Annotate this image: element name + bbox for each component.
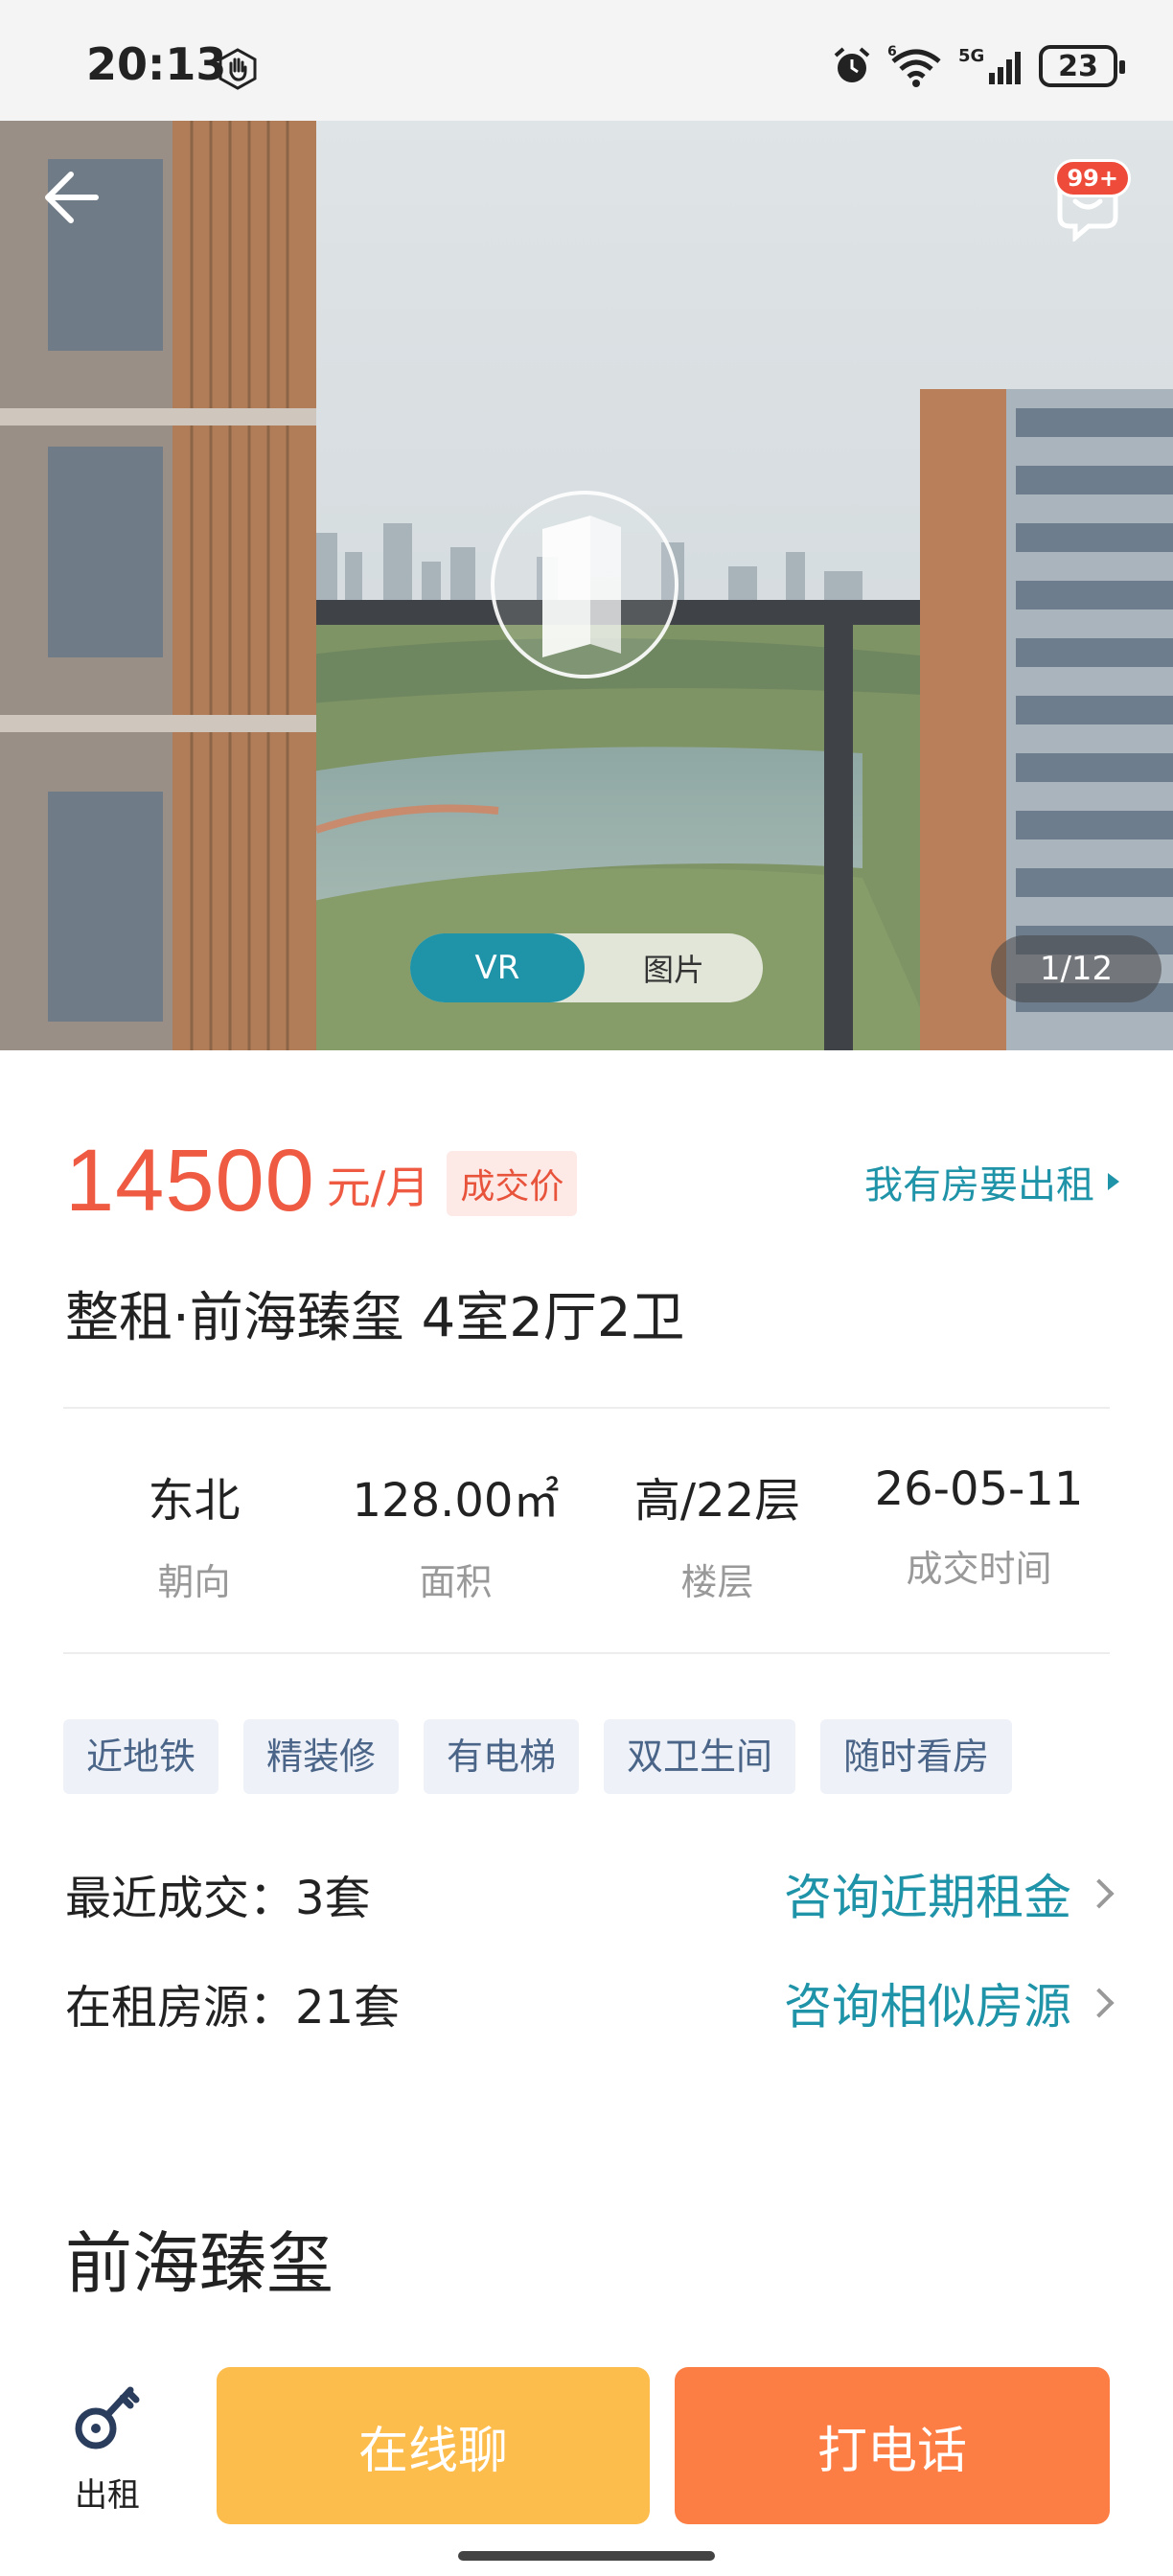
wifi-badge: 6 xyxy=(887,44,897,59)
stat-label: 成交时间 xyxy=(906,1548,1052,1590)
stat-value: 高/22层 xyxy=(633,1474,801,1528)
price-unit: 元/月 xyxy=(326,1161,430,1213)
chevron-right-icon xyxy=(1084,1878,1115,1909)
tag-elevator: 有电梯 xyxy=(424,1719,580,1794)
call-button[interactable]: 打电话 xyxy=(675,2367,1110,2524)
tag-near-subway: 近地铁 xyxy=(63,1719,219,1794)
status-time: 20:13 xyxy=(86,38,227,90)
vr-cube-icon xyxy=(542,516,621,657)
divider xyxy=(63,1407,1110,1409)
chevron-right-icon xyxy=(1084,1988,1115,2018)
community-name: 前海臻玺 xyxy=(65,2224,334,2303)
triangle-right-icon xyxy=(1108,1173,1119,1190)
stat-value: 128.00㎡ xyxy=(352,1474,560,1528)
listing-photo-viewer[interactable]: 99+ VR 图片 1/12 xyxy=(0,121,1173,1050)
consult-recent-rent-label: 咨询近期租金 xyxy=(784,1870,1071,1925)
tag-viewing-anytime: 随时看房 xyxy=(820,1719,1013,1794)
rent-out-link-label: 我有房要出租 xyxy=(864,1163,1094,1208)
divider xyxy=(63,1652,1110,1654)
stat-value: 东北 xyxy=(148,1474,241,1528)
stat-label: 面积 xyxy=(419,1561,493,1603)
stat-orientation: 东北 朝向 xyxy=(63,1462,325,1605)
stat-value: 26-05-11 xyxy=(874,1462,1084,1516)
feature-tags: 近地铁 精装修 有电梯 双卫生间 随时看房 xyxy=(63,1719,1013,1794)
home-indicator-area xyxy=(0,2528,1173,2576)
gesture-hand-icon xyxy=(218,48,257,90)
stat-area: 128.00㎡ 面积 xyxy=(325,1462,586,1605)
stat-label: 朝向 xyxy=(157,1561,231,1603)
stat-label: 楼层 xyxy=(680,1561,754,1603)
on-rent-row: 在租房源：21套 咨询相似房源 xyxy=(65,1968,1115,2037)
stat-floor: 高/22层 楼层 xyxy=(586,1462,848,1605)
tag-two-bathrooms: 双卫生间 xyxy=(604,1719,796,1794)
stat-deal-date: 26-05-11 成交时间 xyxy=(848,1462,1110,1605)
on-rent-label: 在租房源：21套 xyxy=(65,1981,401,2035)
media-type-toggle: VR 图片 xyxy=(410,933,763,1002)
battery-icon: 23 xyxy=(1039,45,1125,87)
network-badge: 5G xyxy=(958,46,984,66)
status-bar: 20:13 6 5G 23 xyxy=(0,0,1173,121)
rent-price: 14500 xyxy=(65,1132,315,1230)
key-icon xyxy=(75,2386,140,2450)
tab-vr[interactable]: VR xyxy=(410,933,585,1002)
deal-price-tag: 成交价 xyxy=(447,1150,578,1216)
tab-pictures[interactable]: 图片 xyxy=(585,933,763,1002)
rent-out-link[interactable]: 我有房要出租 xyxy=(864,1154,1119,1209)
home-indicator[interactable] xyxy=(458,2551,715,2561)
battery-level: 23 xyxy=(1058,49,1098,83)
consult-recent-rent-link[interactable]: 咨询近期租金 xyxy=(784,1859,1115,1928)
listing-title: 整租·前海臻玺 4室2厅2卫 xyxy=(65,1287,685,1349)
wifi-icon: 6 xyxy=(887,44,941,87)
rent-out-button[interactable]: 出租 xyxy=(67,2380,148,2515)
online-chat-button[interactable]: 在线聊 xyxy=(217,2367,650,2524)
price-row: 14500 元/月 成交价 xyxy=(65,1131,578,1231)
recent-deals-row: 最近成交：3套 咨询近期租金 xyxy=(65,1859,1115,1928)
message-badge: 99+ xyxy=(1054,159,1131,197)
status-icons: 6 5G 23 xyxy=(830,42,1125,90)
back-arrow-icon[interactable] xyxy=(38,159,115,236)
consult-similar-listings-label: 咨询相似房源 xyxy=(784,1979,1071,2035)
tag-fine-decoration: 精装修 xyxy=(243,1719,400,1794)
consult-similar-listings-link[interactable]: 咨询相似房源 xyxy=(784,1968,1115,2037)
alarm-icon xyxy=(834,47,870,82)
bottom-action-bar: 出租 在线聊 打电话 xyxy=(0,2342,1173,2576)
recent-deals-label: 最近成交：3套 xyxy=(65,1872,371,1925)
rent-out-label: 出租 xyxy=(75,2476,140,2515)
cellular-signal-icon: 5G xyxy=(958,46,1021,84)
listing-stats: 东北 朝向 128.00㎡ 面积 高/22层 楼层 26-05-11 成交时间 xyxy=(63,1462,1110,1605)
photo-counter: 1/12 xyxy=(991,935,1162,1002)
